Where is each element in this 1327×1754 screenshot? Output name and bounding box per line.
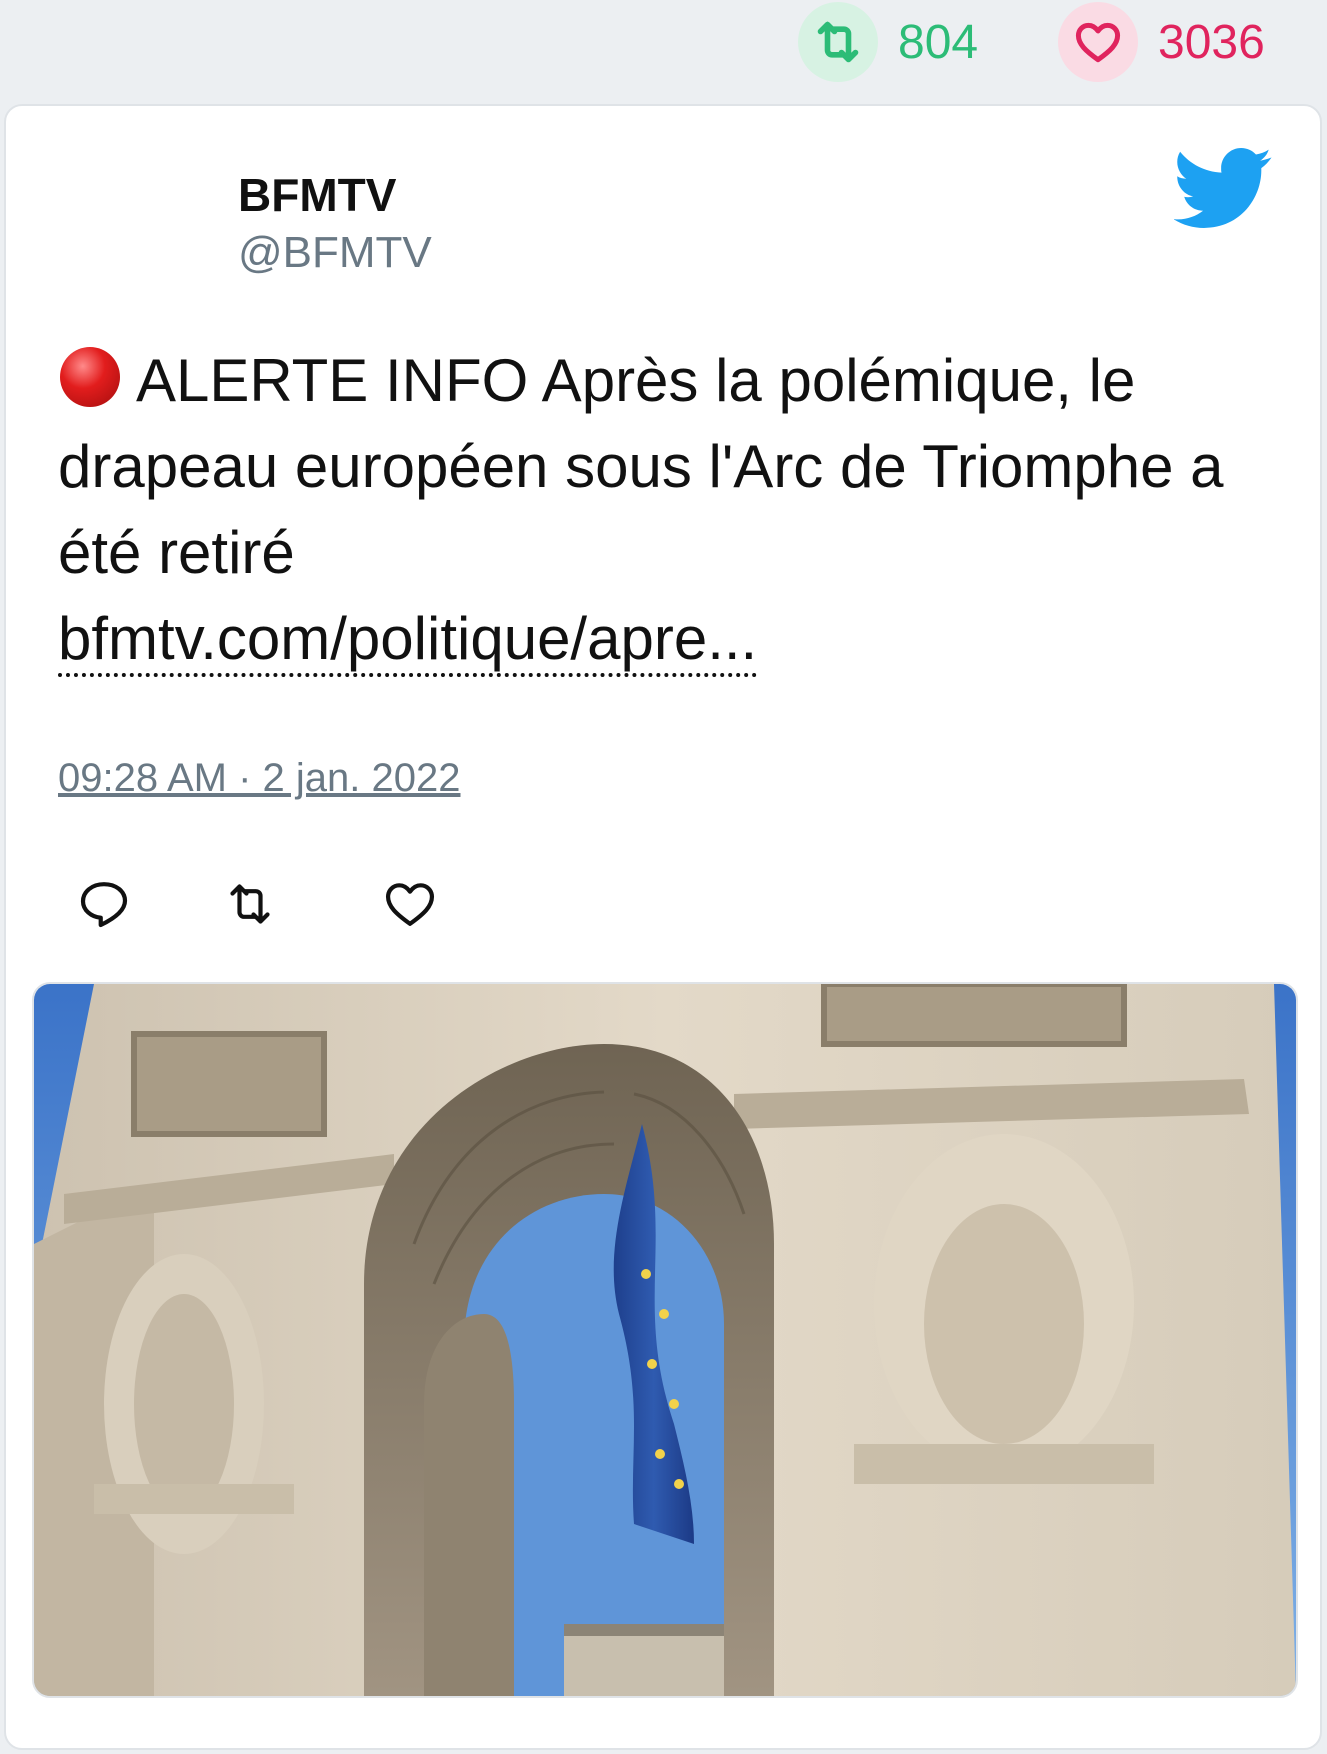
retweet-icon[interactable] [798, 2, 878, 82]
tweet-timestamp[interactable]: 09:28 AM · 2 jan. 2022 [58, 756, 461, 801]
tweet-card[interactable]: BFMTV @BFMTV ALERTE INFO Après la polémi… [4, 104, 1322, 1750]
reply-icon[interactable] [76, 876, 132, 932]
twitter-bird-icon[interactable] [1174, 148, 1274, 230]
red-circle-icon [60, 347, 120, 407]
like-count: 3036 [1158, 15, 1265, 69]
tweet-link[interactable]: bfmtv.com/politique/apre... [58, 605, 758, 677]
retweet-count-stat[interactable]: 804 [798, 2, 978, 82]
engagement-stats: 804 3036 [0, 0, 1327, 100]
tweet-photo[interactable] [32, 982, 1298, 1698]
tweet-body: ALERTE INFO Après la polémique, le drape… [58, 338, 1278, 682]
tweet-header: BFMTV @BFMTV [6, 106, 1320, 296]
retweet-count: 804 [898, 15, 979, 69]
like-count-stat[interactable]: 3036 [1058, 2, 1265, 82]
arc-de-triomphe-image [34, 984, 1296, 1696]
tweet-actions [6, 876, 1320, 956]
tweet-text: ALERTE INFO Après la polémique, le drape… [58, 347, 1224, 586]
like-icon[interactable] [382, 876, 438, 932]
retweet-action-icon[interactable] [222, 876, 278, 932]
heart-icon[interactable] [1058, 2, 1138, 82]
author-handle[interactable]: @BFMTV [238, 228, 432, 278]
author-name[interactable]: BFMTV [238, 168, 396, 222]
